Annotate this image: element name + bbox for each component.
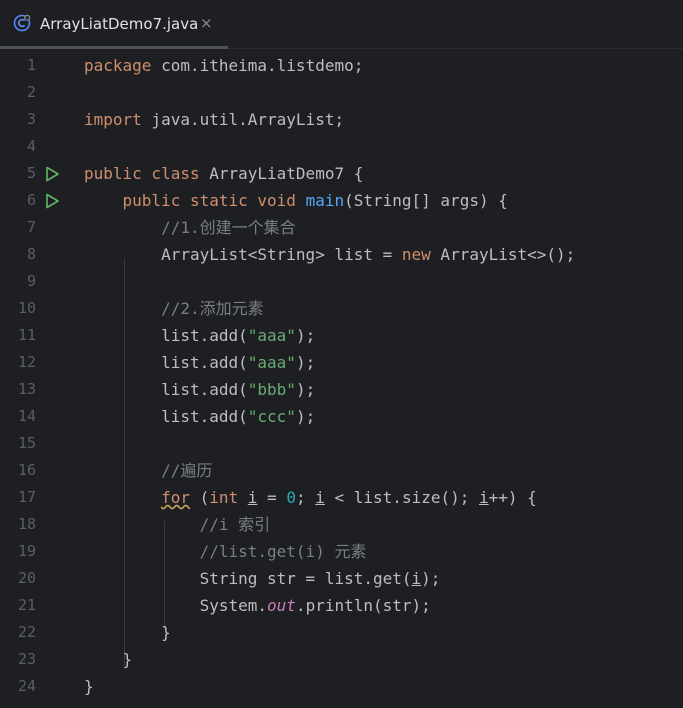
- code-line: 15: [0, 430, 683, 457]
- code-line: 8 ArrayList<String> list = new ArrayList…: [0, 241, 683, 268]
- line-number: 7: [26, 218, 36, 236]
- code-line: 11 list.add("aaa");: [0, 322, 683, 349]
- line-number: 17: [17, 488, 36, 506]
- code-line: 14 list.add("ccc");: [0, 403, 683, 430]
- code-text: //遍历: [161, 461, 213, 480]
- line-number: 4: [26, 137, 36, 155]
- code-text: package com.itheima.listdemo;: [84, 56, 364, 75]
- code-line: 5 public class ArrayLiatDemo7 {: [0, 160, 683, 187]
- line-number: 11: [17, 326, 36, 344]
- code-text: String str = list.get(i);: [199, 569, 441, 588]
- code-text: System.out.println(str);: [199, 596, 431, 615]
- code-line: 13 list.add("bbb");: [0, 376, 683, 403]
- line-number: 20: [17, 569, 36, 587]
- code-text: //i 索引: [199, 515, 271, 534]
- code-line: 22 }: [0, 619, 683, 646]
- line-number: 19: [17, 542, 36, 560]
- code-text: for (int i = 0; i < list.size(); i++) {: [161, 488, 537, 507]
- tab-filename: ArrayLiatDemo7.java: [40, 15, 199, 33]
- line-number: 14: [17, 407, 36, 425]
- line-number: 15: [17, 434, 36, 452]
- line-number: 9: [26, 272, 36, 290]
- line-number: 8: [26, 245, 36, 263]
- code-line: 12 list.add("aaa");: [0, 349, 683, 376]
- editor-tab-bar: ArrayLiatDemo7.java ×: [0, 0, 683, 49]
- line-number: 21: [17, 596, 36, 614]
- line-number: 16: [17, 461, 36, 479]
- code-line: 20 String str = list.get(i);: [0, 565, 683, 592]
- code-text: import java.util.ArrayList;: [84, 110, 345, 129]
- code-line: 6 public static void main(String[] args)…: [0, 187, 683, 214]
- code-text: }: [84, 677, 94, 696]
- code-text: list.add("aaa");: [161, 353, 316, 372]
- line-number: 22: [17, 623, 36, 641]
- code-line: 18 //i 索引: [0, 511, 683, 538]
- close-tab-icon[interactable]: ×: [200, 13, 213, 33]
- code-editor[interactable]: 1 package com.itheima.listdemo; 2 3 impo…: [0, 49, 683, 708]
- code-line: 4: [0, 133, 683, 160]
- code-text: list.add("aaa");: [161, 326, 316, 345]
- line-number: 3: [26, 110, 36, 128]
- file-tab[interactable]: ArrayLiatDemo7.java ×: [0, 0, 228, 49]
- line-number: 6: [26, 191, 36, 209]
- code-text: //2.添加元素: [161, 299, 264, 318]
- code-text: public static void main(String[] args) {: [122, 191, 508, 210]
- code-text: //list.get(i) 元素: [199, 542, 367, 561]
- run-main-icon[interactable]: [44, 193, 60, 209]
- code-line: 9: [0, 268, 683, 295]
- code-line: 3 import java.util.ArrayList;: [0, 106, 683, 133]
- line-number: 5: [26, 164, 36, 182]
- code-line: 19 //list.get(i) 元素: [0, 538, 683, 565]
- line-number: 10: [17, 299, 36, 317]
- code-line: 7 //1.创建一个集合: [0, 214, 683, 241]
- line-number: 2: [26, 83, 36, 101]
- java-class-icon: [13, 14, 31, 32]
- run-class-icon[interactable]: [44, 166, 60, 182]
- code-line: 23 }: [0, 646, 683, 673]
- line-number: 24: [17, 677, 36, 695]
- line-number: 13: [17, 380, 36, 398]
- line-number: 18: [17, 515, 36, 533]
- line-number: 12: [17, 353, 36, 371]
- code-line: 21 System.out.println(str);: [0, 592, 683, 619]
- code-line: 1 package com.itheima.listdemo;: [0, 52, 683, 79]
- code-text: }: [122, 650, 133, 669]
- code-text: list.add("ccc");: [161, 407, 316, 426]
- code-line: 10 //2.添加元素: [0, 295, 683, 322]
- code-text: //1.创建一个集合: [161, 218, 296, 237]
- code-line: 16 //遍历: [0, 457, 683, 484]
- line-number: 1: [26, 56, 36, 74]
- code-text: }: [161, 623, 171, 642]
- code-text: list.add("bbb");: [161, 380, 316, 399]
- line-number: 23: [17, 650, 36, 668]
- code-line: 24 }: [0, 673, 683, 700]
- code-line: 2: [0, 79, 683, 106]
- code-text: ArrayList<String> list = new ArrayList<>…: [161, 245, 576, 264]
- code-text: public class ArrayLiatDemo7 {: [84, 164, 364, 183]
- code-line: 17 for (int i = 0; i < list.size(); i++)…: [0, 484, 683, 511]
